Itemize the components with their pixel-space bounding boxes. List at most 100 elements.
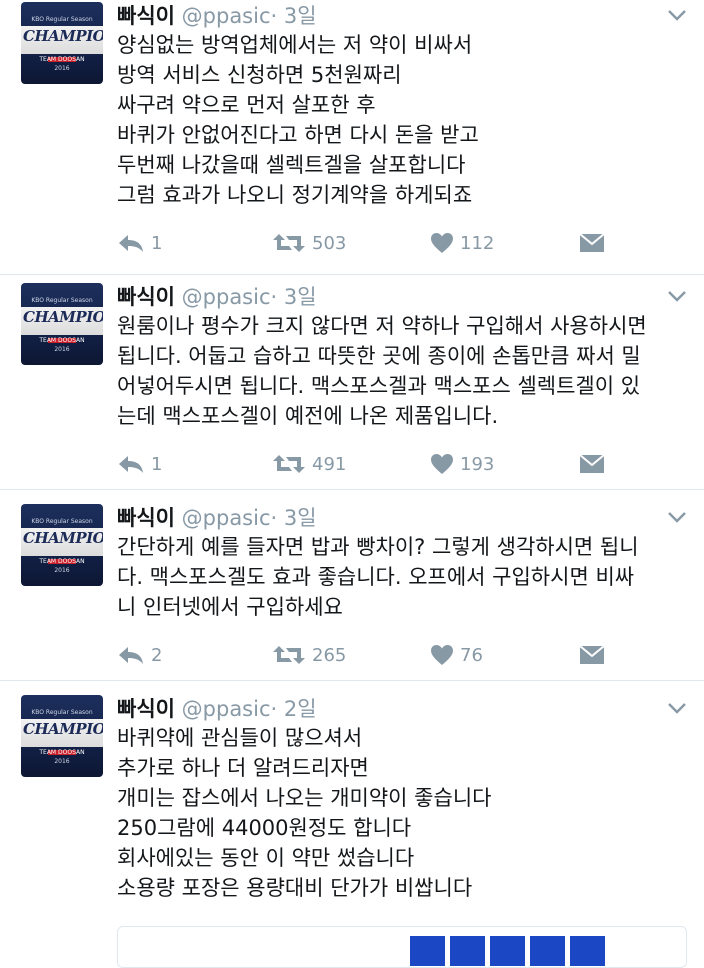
chevron-down-icon[interactable] <box>666 8 688 22</box>
retweet-count: 503 <box>312 232 347 254</box>
direct-message-icon <box>579 233 605 252</box>
avatar[interactable]: KBO Regular Season CHAMPIONS TEAM DOOSAN… <box>21 283 103 365</box>
product-image <box>410 936 610 966</box>
tweet-header: 빠식이 @ppasic· 3일 <box>117 502 317 532</box>
direct-message-button[interactable] <box>579 230 605 256</box>
avatar-bottom-text: TEAM DOOSAN <box>39 558 85 565</box>
tweet-line: 개미는 잡스에서 나오는 개미약이 좋습니다 <box>117 786 492 810</box>
tweet-line: 는데 맥스포스겔이 예전에 나온 제품입니다. <box>117 404 499 428</box>
tweet-line: 방역 서비스 신청하면 5천원짜리 <box>117 63 402 87</box>
tweet-line: 됩니다. 어둡고 습하고 따뜻한 곳에 종이에 손톱만큼 짜서 밀 <box>117 344 641 368</box>
tweet-line: 회사에있는 동안 이 약만 썼습니다 <box>117 846 415 870</box>
display-name[interactable]: 빠식이 <box>117 506 175 530</box>
like-button[interactable]: 193 <box>430 451 494 477</box>
tweet-actions: 2 265 76 <box>117 642 617 668</box>
chevron-down-icon[interactable] <box>666 510 688 524</box>
avatar-top-text: KBO Regular Season <box>31 518 93 525</box>
avatar-year: 2016 <box>54 65 70 72</box>
timestamp[interactable]: · 3일 <box>271 506 317 530</box>
tweet[interactable]: KBO Regular Season CHAMPIONS TEAM DOOSAN… <box>0 681 704 960</box>
reply-count: 1 <box>151 232 163 254</box>
avatar[interactable]: KBO Regular Season CHAMPIONS TEAM DOOSAN… <box>21 695 103 777</box>
retweet-button[interactable]: 265 <box>272 642 346 668</box>
tweet-line: 바퀴가 안없어진다고 하면 다시 돈을 받고 <box>117 123 479 147</box>
avatar[interactable]: KBO Regular Season CHAMPIONS TEAM DOOSAN… <box>21 2 103 84</box>
handle[interactable]: @ppasic <box>182 697 271 721</box>
media-card[interactable] <box>117 926 687 968</box>
avatar-year: 2016 <box>54 346 70 353</box>
avatar-top-text: KBO Regular Season <box>31 709 93 716</box>
avatar-top-text: KBO Regular Season <box>31 297 93 304</box>
tweet-line: 다. 맥스포스겔도 효과 좋습니다. 오프에서 구입하시면 비싸 <box>117 565 635 589</box>
tweet-text: 간단하게 예를 들자면 밥과 빵차이? 그렇게 생각하시면 됩니 다. 맥스포스… <box>117 532 639 622</box>
retweet-count: 491 <box>312 453 347 475</box>
tweet-header: 빠식이 @ppasic· 3일 <box>117 0 317 30</box>
reply-count: 1 <box>151 453 163 475</box>
retweet-icon <box>273 234 305 252</box>
tweet-line: 추가로 하나 더 알려드리자면 <box>117 756 369 780</box>
avatar-word: CHAMPIONS <box>23 720 103 738</box>
reply-icon <box>119 456 143 473</box>
like-button[interactable]: 112 <box>430 230 494 256</box>
avatar-top-text: KBO Regular Season <box>31 16 93 23</box>
tweet-line: 간단하게 예를 들자면 밥과 빵차이? 그렇게 생각하시면 됩니 <box>117 535 639 559</box>
reply-button[interactable]: 1 <box>117 230 162 256</box>
tweet-line: 바퀴약에 관심들이 많으셔서 <box>117 726 363 750</box>
heart-icon <box>431 645 453 665</box>
tweet-text: 바퀴약에 관심들이 많으셔서 추가로 하나 더 알려드리자면 개미는 잡스에서 … <box>117 723 491 903</box>
avatar[interactable]: KBO Regular Season CHAMPIONS TEAM DOOSAN… <box>21 504 103 586</box>
avatar-year: 2016 <box>54 758 70 765</box>
tweet-line: 소용량 포장은 용량대비 단가가 비쌉니다 <box>117 876 473 900</box>
handle[interactable]: @ppasic <box>182 4 271 28</box>
retweet-button[interactable]: 491 <box>272 451 346 477</box>
avatar-word: CHAMPIONS <box>23 308 103 326</box>
direct-message-button[interactable] <box>579 451 605 477</box>
display-name[interactable]: 빠식이 <box>117 4 175 28</box>
avatar-year: 2016 <box>54 567 70 574</box>
avatar-bottom-text: TEAM DOOSAN <box>39 749 85 756</box>
chevron-down-icon[interactable] <box>666 701 688 715</box>
heart-icon <box>431 233 453 253</box>
reply-button[interactable]: 1 <box>117 451 162 477</box>
display-name[interactable]: 빠식이 <box>117 697 175 721</box>
timestamp[interactable]: · 3일 <box>271 285 317 309</box>
like-button[interactable]: 76 <box>430 642 483 668</box>
tweet-line: 양심없는 방역업체에서는 저 약이 비싸서 <box>117 33 473 57</box>
tweet[interactable]: KBO Regular Season CHAMPIONS TEAM DOOSAN… <box>0 490 704 681</box>
retweet-button[interactable]: 503 <box>272 230 346 256</box>
tweet-line: 두번째 나갔을때 셀렉트겔을 살포합니다 <box>117 153 466 177</box>
avatar-word: CHAMPIONS <box>23 27 103 45</box>
reply-button[interactable]: 2 <box>117 642 162 668</box>
avatar-bottom-text: TEAM DOOSAN <box>39 337 85 344</box>
chevron-down-icon[interactable] <box>666 289 688 303</box>
retweet-icon <box>273 646 305 664</box>
direct-message-button[interactable] <box>579 642 605 668</box>
display-name[interactable]: 빠식이 <box>117 285 175 309</box>
reply-icon <box>119 647 143 664</box>
avatar-word: CHAMPIONS <box>23 529 103 547</box>
tweet-line: 싸구려 약으로 먼저 살포한 후 <box>117 93 376 117</box>
like-count: 112 <box>460 232 495 254</box>
direct-message-icon <box>579 454 605 473</box>
tweet-text: 원룸이나 평수가 크지 않다면 저 약하나 구입해서 사용하시면 됩니다. 어둡… <box>117 311 647 431</box>
heart-icon <box>431 454 453 474</box>
like-count: 76 <box>460 644 483 666</box>
tweet-line: 원룸이나 평수가 크지 않다면 저 약하나 구입해서 사용하시면 <box>117 314 647 338</box>
direct-message-icon <box>579 645 605 664</box>
tweet-header: 빠식이 @ppasic· 2일 <box>117 693 317 723</box>
tweet-header: 빠식이 @ppasic· 3일 <box>117 281 317 311</box>
tweet[interactable]: KBO Regular Season CHAMPIONS TEAM DOOSAN… <box>0 0 704 275</box>
tweet-line: 그럼 효과가 나오니 정기계약을 하게되죠 <box>117 183 473 207</box>
retweet-icon <box>273 455 305 473</box>
reply-icon <box>119 235 143 252</box>
timestamp[interactable]: · 3일 <box>271 4 317 28</box>
tweet[interactable]: KBO Regular Season CHAMPIONS TEAM DOOSAN… <box>0 275 704 490</box>
handle[interactable]: @ppasic <box>182 506 271 530</box>
tweet-line: 250그람에 44000원정도 합니다 <box>117 816 412 840</box>
tweet-actions: 1 503 112 <box>117 230 617 256</box>
like-count: 193 <box>460 453 495 475</box>
handle[interactable]: @ppasic <box>182 285 271 309</box>
avatar-bottom-text: TEAM DOOSAN <box>39 56 85 63</box>
timestamp[interactable]: · 2일 <box>271 697 317 721</box>
tweet-text: 양심없는 방역업체에서는 저 약이 비싸서 방역 서비스 신청하면 5천원짜리 … <box>117 30 479 210</box>
